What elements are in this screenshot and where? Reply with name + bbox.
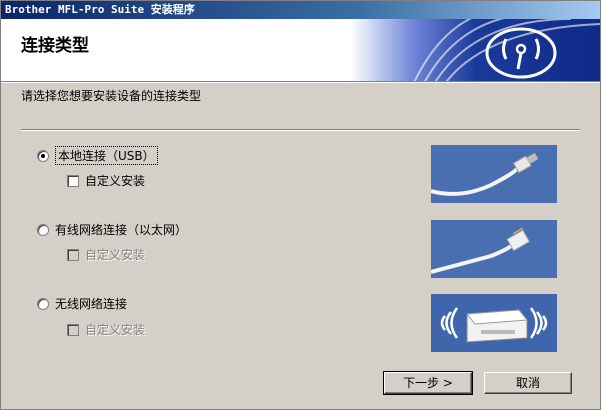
checkbox[interactable]	[67, 248, 79, 261]
checkbox[interactable]	[67, 323, 79, 336]
wired-network-radio[interactable]: 有线网络连接（以太网）	[37, 221, 187, 238]
checkbox-label: 自定义安装	[85, 323, 146, 337]
option-label: 有线网络连接（以太网）	[55, 223, 188, 237]
radio-button[interactable]	[37, 223, 49, 236]
option-label: 无线网络连接	[55, 297, 128, 311]
section-divider	[21, 129, 580, 131]
page-title: 连接类型	[21, 36, 89, 56]
wireless-network-radio[interactable]: 无线网络连接	[37, 295, 127, 312]
checkbox-label: 自定义安装	[85, 174, 146, 188]
next-button[interactable]: 下一步 >	[383, 371, 473, 395]
header-divider	[1, 81, 600, 83]
wired-custom-install-checkbox[interactable]: 自定义安装	[67, 246, 145, 263]
installer-window: Brother MFL-Pro Suite 安装程序 连接类型 请选择您想要安装…	[0, 0, 601, 410]
usb-connection-radio[interactable]: 本地连接（USB）	[37, 146, 158, 165]
usb-custom-install-checkbox[interactable]: 自定义安装	[67, 172, 145, 189]
wireless-printer-icon	[431, 294, 557, 352]
usb-cable-icon	[431, 145, 557, 203]
window-title: Brother MFL-Pro Suite 安装程序	[1, 1, 600, 19]
ethernet-cable-icon	[431, 220, 557, 278]
header-panel: 连接类型	[1, 19, 600, 81]
cancel-button[interactable]: 取消	[484, 372, 572, 394]
instruction-text: 请选择您想要安装设备的连接类型	[21, 89, 202, 103]
radio-button[interactable]	[37, 297, 49, 310]
checkbox-label: 自定义安装	[85, 248, 146, 262]
radio-button[interactable]	[37, 149, 49, 162]
checkbox[interactable]	[67, 174, 79, 187]
wireless-custom-install-checkbox[interactable]: 自定义安装	[67, 321, 145, 338]
option-label: 本地连接（USB）	[55, 146, 158, 165]
brother-wireless-logo-icon	[351, 19, 600, 81]
